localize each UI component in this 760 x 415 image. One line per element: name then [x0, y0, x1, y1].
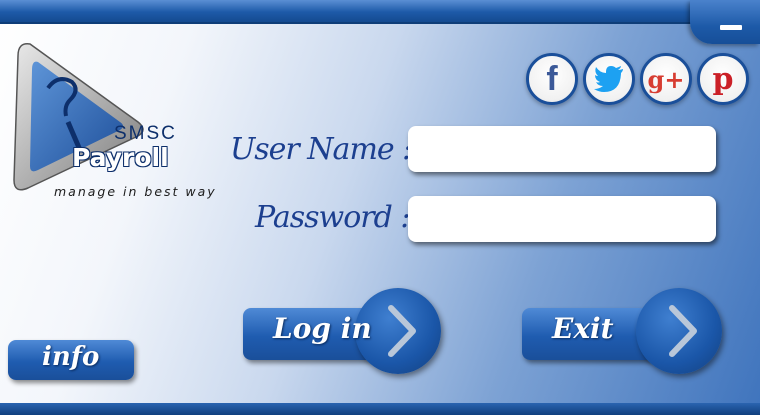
chevron-right-icon: [669, 305, 697, 357]
login-window: SMSC Payroll manage in best way f g+ p U…: [0, 0, 760, 415]
twitter-button[interactable]: [583, 53, 635, 105]
google-plus-icon: g+: [647, 64, 685, 94]
bottom-bar: [0, 403, 760, 415]
password-input[interactable]: [408, 196, 716, 242]
title-bar: [0, 0, 760, 24]
info-button-label: info: [42, 342, 100, 372]
logo-tagline: manage in best way: [54, 184, 217, 199]
exit-button-label: Exit: [552, 312, 614, 345]
username-label: User Name :: [230, 132, 412, 167]
facebook-button[interactable]: f: [526, 53, 578, 105]
username-input[interactable]: [408, 126, 716, 172]
password-label: Password :: [255, 200, 410, 235]
logo-payroll-text: Payroll: [72, 143, 169, 172]
facebook-icon: f: [546, 59, 558, 98]
logo-smsc-text: SMSC: [114, 123, 177, 144]
pinterest-button[interactable]: p: [697, 53, 749, 105]
logo-triangle-icon: [13, 43, 144, 191]
pinterest-icon: p: [712, 61, 734, 97]
app-logo: SMSC Payroll manage in best way: [8, 38, 238, 218]
login-button-label: Log in: [273, 312, 372, 345]
google-plus-button[interactable]: g+: [640, 53, 692, 105]
twitter-icon: [594, 66, 623, 92]
info-button[interactable]: info: [8, 340, 134, 380]
exit-button-circle[interactable]: [636, 288, 722, 374]
minimize-icon[interactable]: [720, 25, 742, 30]
window-controls: [690, 0, 760, 44]
